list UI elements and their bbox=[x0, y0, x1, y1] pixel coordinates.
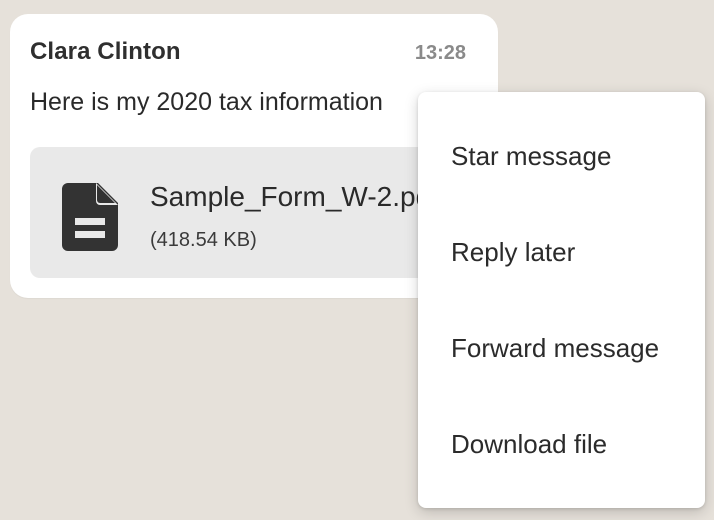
menu-item-reply-later[interactable]: Reply later bbox=[418, 204, 705, 300]
attachment-size: (418.54 KB) bbox=[150, 229, 257, 251]
message-context-menu: Star message Reply later Forward message… bbox=[418, 92, 705, 508]
message-time: 13:28 bbox=[414, 42, 466, 64]
sender-name: Clara Clinton bbox=[30, 38, 181, 65]
menu-item-star-message[interactable]: Star message bbox=[418, 108, 705, 204]
menu-item-download-file[interactable]: Download file bbox=[418, 396, 705, 492]
attachment-filename: Sample_Form_W-2.pdf bbox=[150, 181, 439, 212]
document-icon bbox=[62, 183, 118, 251]
menu-item-forward-message[interactable]: Forward message bbox=[418, 300, 705, 396]
message-text: Here is my 2020 tax information bbox=[30, 88, 383, 116]
